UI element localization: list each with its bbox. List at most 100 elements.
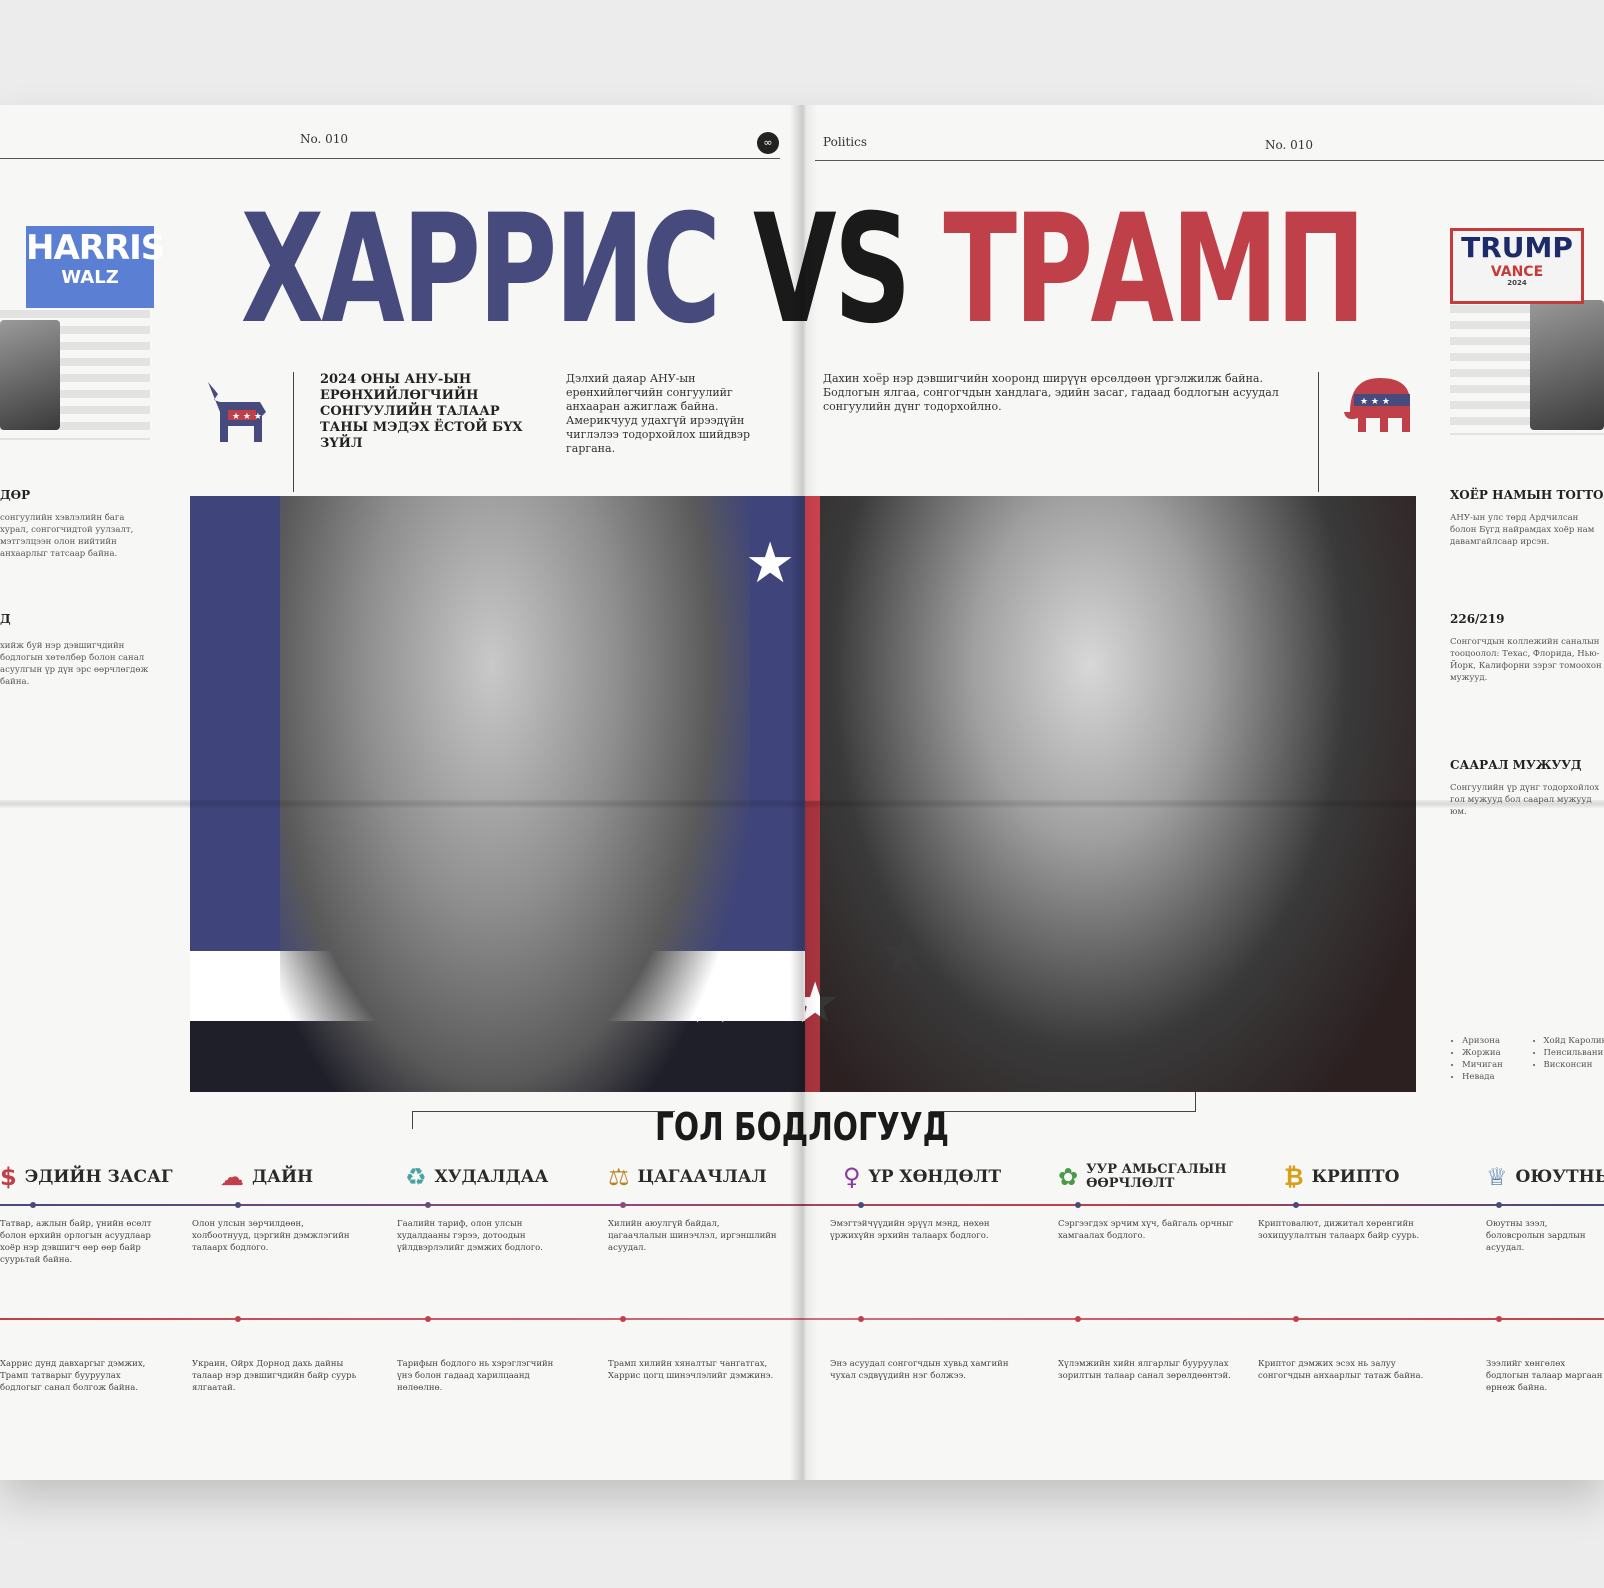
headline-vs: VS	[753, 183, 911, 357]
timeline-marker	[1075, 1202, 1081, 1208]
policy-crypto-text-bottom: Криптог дэмжих эсэх нь залуу сонгогчдын …	[1258, 1359, 1424, 1381]
climate-icon: ✿	[1058, 1163, 1079, 1191]
policy-crypto-text-top: Криптовалют, дижитал хөрөнгийн зохицуула…	[1258, 1219, 1420, 1241]
policy-immigration-text-bottom: Трамп хилийн хяналтыг чангатгах, Харрис …	[608, 1359, 774, 1381]
left-sidebar-text-2: хийж буй нэр дэвшигчдийн бодлогын хөтөлб…	[0, 641, 149, 687]
sign-harris-name: HARRIS	[26, 228, 165, 268]
timeline-marker	[858, 1316, 864, 1322]
headline-divider-left	[293, 372, 294, 492]
policy-abortion: ♀ ҮР ХӨНДӨЛТ	[843, 1160, 1001, 1194]
policy-label: ЦАГААЧЛАЛ	[637, 1167, 767, 1187]
sign-vance-name: VANCE	[1490, 264, 1544, 280]
abortion-icon: ♀	[843, 1163, 861, 1191]
list-item: Хойд Каролина	[1544, 1035, 1604, 1047]
timeline-marker	[620, 1202, 626, 1208]
list-item: Висконсин	[1544, 1059, 1604, 1071]
elephant-icon: ★ ★ ★	[1344, 378, 1410, 432]
policy-trade-text-bottom: Тарифын бодлого нь хэрэглэгчийн үнэ боло…	[397, 1359, 554, 1393]
timeline-marker	[1496, 1316, 1502, 1322]
right-sidebar-text-1: АНУ-ын улс төрд Ардчилсан болон Бүгд най…	[1450, 513, 1595, 547]
immigration-icon: ⚖	[608, 1163, 630, 1191]
harris-portrait	[280, 496, 750, 1092]
policy-label: ОЮУТНЫ	[1515, 1167, 1604, 1187]
timeline-marker	[425, 1316, 431, 1322]
sign-walz-name: WALZ	[61, 267, 119, 288]
right-sidebar-heading-1: ХОЁР НАМЫН ТОГТОЛ	[1450, 488, 1604, 502]
list-item: Аризона	[1462, 1035, 1535, 1047]
policy-label: ҮР ХӨНДӨЛТ	[868, 1167, 1002, 1187]
headline-trump: ТРАМП	[943, 183, 1366, 357]
svg-text:★ ★ ★: ★ ★ ★	[232, 412, 262, 422]
policy-economy: $ ЭДИЙН ЗАСАГ	[0, 1160, 173, 1194]
article-headline: 2024 ОНЫ АНУ-ЫН ЕРӨНХИЙЛӨГЧИЙН СОНГУУЛИЙ…	[320, 372, 523, 451]
trade-icon: ♻	[405, 1163, 427, 1191]
policy-climate-text-top: Сэргээгдэх эрчим хүч, байгаль орчныг хам…	[1058, 1219, 1234, 1241]
swing-states-list: Аризона Жоржиа Мичиган Невада Хойд Карол…	[1450, 1035, 1604, 1083]
newspaper-spine	[790, 105, 818, 1480]
bitcoin-icon: ₿	[1284, 1162, 1304, 1191]
policy-students-text-bottom: Зээлийг хөнгөлөх бодлогын талаар маргаан…	[1486, 1359, 1603, 1393]
star-icon: ★	[745, 531, 796, 596]
headline-divider-right	[1318, 372, 1319, 492]
timeline-marker	[1293, 1316, 1299, 1322]
policy-label: ХУДАЛДАА	[434, 1167, 549, 1187]
policy-war: ☁ ДАЙН	[220, 1160, 313, 1194]
trump-portrait	[820, 496, 1416, 1092]
policy-trade-text-top: Гаалийн тариф, олон улсын худалдааны гэр…	[397, 1219, 543, 1253]
timeline-marker	[620, 1316, 626, 1322]
right-sidebar-text-2: Сонгогчдын коллежийн саналын тооцоолол: …	[1450, 637, 1602, 683]
harris-rally-photo	[0, 320, 60, 430]
header-rule-right	[815, 160, 1604, 161]
issue-number-right: No. 010	[1265, 138, 1314, 152]
timeline-marker	[235, 1316, 241, 1322]
policy-crypto: ₿ КРИПТО	[1284, 1160, 1399, 1194]
policy-label: УУР АМЬСГАЛЫН ӨӨРЧЛӨЛТ	[1086, 1162, 1227, 1191]
timeline-marker	[30, 1202, 36, 1208]
timeline-marker	[1293, 1202, 1299, 1208]
policy-label: КРИПТО	[1311, 1167, 1400, 1187]
policy-abortion-text-bottom: Энэ асуудал сонгогчдын хувьд хамгийн чух…	[830, 1359, 1009, 1381]
list-item: Пенсильвани	[1544, 1047, 1604, 1059]
sign-year: 2024	[1507, 279, 1527, 287]
section-label: Politics	[823, 135, 868, 149]
policy-immigration: ⚖ ЦАГААЧЛАЛ	[608, 1160, 767, 1194]
policy-label: ДАЙН	[252, 1167, 314, 1187]
right-sidebar-heading-2: 226/219	[1450, 612, 1505, 626]
economy-icon: $	[0, 1163, 17, 1191]
policy-war-text-bottom: Украин, Ойрх Дорнод дахь дайны талаар нэ…	[192, 1359, 357, 1393]
trump-rally-photo	[1530, 300, 1604, 430]
policy-abortion-text-top: Эмэгтэйчүүдийн эрүүл мэнд, нөхөн үржихүй…	[830, 1219, 990, 1241]
policy-economy-text-bottom: Харрис дунд давхаргыг дэмжих, Трамп татв…	[0, 1359, 146, 1393]
list-item: Мичиган	[1462, 1059, 1535, 1071]
headline-harris: ХАРРИС	[240, 183, 721, 357]
donkey-icon: ★ ★ ★	[208, 382, 266, 442]
sign-trump-name: TRUMP	[1461, 231, 1573, 264]
student-icon: ♕	[1486, 1163, 1508, 1191]
policy-war-text-top: Олон улсын зөрчилдөөн, холбоотнууд, цэрг…	[192, 1219, 350, 1253]
timeline-marker	[425, 1202, 431, 1208]
publication-logo: ∞	[757, 132, 779, 154]
policy-label: ЭДИЙН ЗАСАГ	[24, 1167, 173, 1187]
timeline-marker	[1496, 1202, 1502, 1208]
list-item: Жоржиа	[1462, 1047, 1535, 1059]
timeline-marker	[235, 1202, 241, 1208]
right-sidebar-heading-3: СААРАЛ МУЖУУД	[1450, 758, 1582, 772]
header-rule-left	[0, 158, 780, 159]
intro-text-right: Дахин хоёр нэр дэвшигчийн хооронд ширүүн…	[823, 372, 1279, 413]
trump-vance-sign: TRUMP VANCE 2024	[1450, 228, 1584, 304]
newspaper-fold	[0, 800, 1604, 808]
right-sidebar-text-3: Сонгуулийн үр дүнг тодорхойлох гол мужуу…	[1450, 783, 1600, 817]
policy-climate: ✿ УУР АМЬСГАЛЫН ӨӨРЧЛӨЛТ	[1058, 1160, 1248, 1194]
timeline-marker	[1075, 1316, 1081, 1322]
timeline-marker	[858, 1202, 864, 1208]
policy-climate-text-bottom: Хүлэмжийн хийн ялгарлыг бууруулах зорилт…	[1058, 1359, 1231, 1381]
policy-immigration-text-top: Хилийн аюулгүй байдал, цагаачлалын шинэч…	[608, 1219, 777, 1253]
policy-trade: ♻ ХУДАЛДАА	[405, 1160, 548, 1194]
left-sidebar-text-1: сонгуулийн хэвлэлийн бага хурал, сонгогч…	[0, 513, 134, 559]
harris-walz-sign: HARRIS WALZ	[26, 226, 165, 308]
intro-text-left: Дэлхий даяар АНУ-ын ерөнхийлөгчийн сонгу…	[566, 372, 750, 455]
policy-students-text-top: Оюутны зээл, боловсролын зардлын асуудал…	[1486, 1219, 1586, 1253]
left-sidebar-heading-2: Д	[0, 612, 11, 626]
issue-number-left: No. 010	[300, 132, 349, 146]
svg-text:★ ★ ★: ★ ★ ★	[1360, 397, 1390, 407]
